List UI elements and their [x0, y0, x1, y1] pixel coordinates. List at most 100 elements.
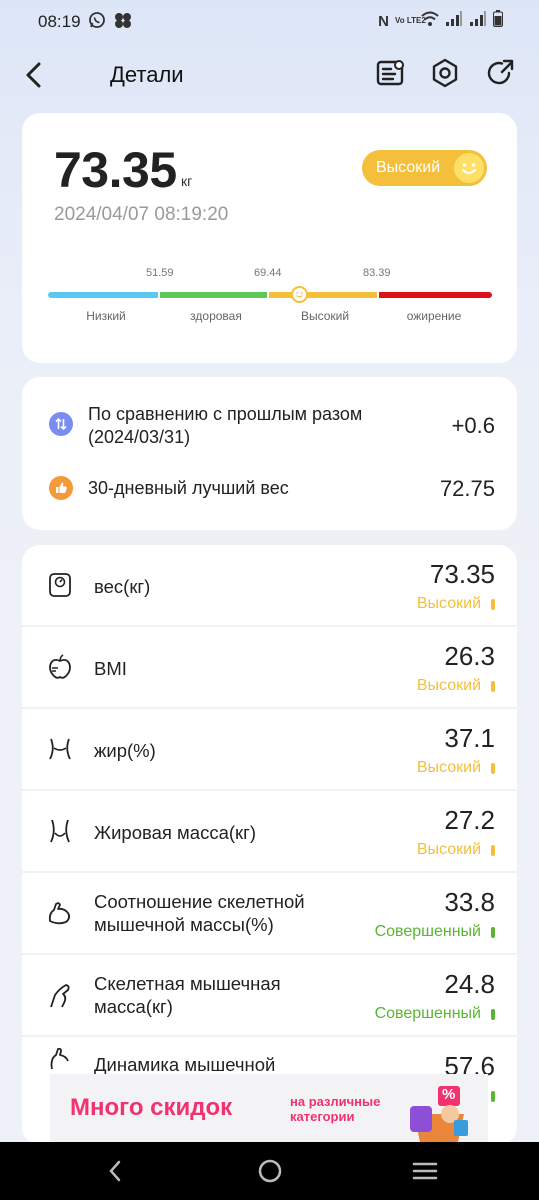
measurement-datetime: 2024/04/07 08:19:20	[54, 204, 229, 225]
metric-label: вес(кг)	[94, 576, 151, 597]
battery-icon	[493, 10, 503, 32]
ad-subline: на различные категории	[290, 1094, 380, 1124]
metric-status: Высокий	[416, 841, 481, 858]
range-label-low: Низкий	[86, 309, 126, 323]
status-indicator	[491, 845, 495, 856]
best-weight-value: 72.75	[439, 476, 495, 501]
previous-delta-value: +0.6	[451, 413, 495, 438]
threshold-label: 83.39	[363, 267, 391, 279]
status-indicator	[491, 681, 495, 692]
weight-summary-card: 73.35 кг 2024/04/07 08:19:20 Высокий 51.…	[22, 113, 517, 363]
status-badge-label: Высокий	[376, 159, 441, 176]
weight-scale-bar	[48, 292, 492, 298]
volte-icon: Vo LTE2	[395, 16, 426, 25]
app-header: Детали	[0, 44, 539, 106]
range-label-obese: ожирение	[406, 309, 462, 323]
ad-headline: Много скидок	[70, 1094, 233, 1121]
status-badge: Высокий	[362, 150, 487, 186]
previous-comparison-row[interactable]: По сравнению с прошлым разом (2024/03/31…	[22, 401, 517, 453]
nav-home-button[interactable]	[255, 1156, 285, 1186]
muscle-arm-icon	[50, 1047, 69, 1070]
metric-label: Скелетная мышечная масса(кг)	[94, 972, 281, 1018]
scale-segment-obese	[379, 292, 492, 298]
metric-row-fat-percent[interactable]: жир(%) 37.1 Высокий	[22, 709, 517, 789]
thumbs-up-icon	[49, 476, 73, 500]
scale-segment-healthy	[160, 292, 267, 298]
recents-nav-icon	[412, 1162, 438, 1180]
report-button[interactable]	[373, 56, 407, 90]
bicep-icon	[48, 902, 71, 925]
smiley-icon	[451, 150, 487, 186]
scale-icon	[49, 573, 71, 597]
metric-value: 37.1	[444, 723, 495, 753]
previous-comparison-date: (2024/03/31)	[88, 427, 191, 447]
metric-label: BMI	[94, 658, 127, 679]
range-label-high: Высокий	[300, 309, 350, 323]
weight-value: 73.35	[54, 142, 177, 198]
status-time: 08:19	[38, 12, 81, 31]
body-shape-icon	[50, 819, 70, 843]
waist-icon	[49, 738, 71, 760]
status-indicator	[491, 1009, 495, 1020]
metric-status: Высокий	[416, 677, 481, 694]
metric-status: Совершенный	[374, 923, 481, 940]
report-icon	[376, 60, 404, 86]
metric-row-bmi[interactable]: BMI 26.3 Высокий	[22, 627, 517, 707]
back-nav-icon	[109, 1160, 121, 1182]
metric-row-fat-mass[interactable]: Жировая масса(кг) 27.2 Высокий	[22, 791, 517, 871]
metric-value: 27.2	[444, 805, 495, 835]
previous-comparison-text: По сравнению с прошлым разом	[88, 404, 363, 424]
ad-banner[interactable]: Много скидок на различные категории %	[50, 1074, 488, 1142]
back-button[interactable]	[18, 58, 48, 92]
wifi-icon	[421, 11, 439, 32]
metric-row-weight[interactable]: вес(кг) 73.35 Высокий	[22, 545, 517, 625]
settings-icon	[432, 58, 458, 88]
home-nav-icon	[258, 1159, 282, 1183]
metric-label-line: мышечной массы(%)	[94, 914, 274, 935]
status-indicator	[491, 599, 495, 610]
muscle-leg-icon	[50, 984, 70, 1008]
metric-row-skeletal-muscle-ratio[interactable]: Соотношение скелетной мышечной массы(%) …	[22, 873, 517, 953]
comparison-card: По сравнению с прошлым разом (2024/03/31…	[22, 377, 517, 530]
metrics-card: вес(кг) 73.35 Высокий BMI 26.3 Высокий ж…	[22, 545, 517, 1145]
metric-label: Динамика мышечной	[94, 1054, 276, 1075]
best-weight-row[interactable]: 30-дневный лучший вес 72.75	[22, 473, 517, 503]
metric-label: Жировая масса(кг)	[94, 822, 257, 843]
best-weight-label: 30-дневный лучший вес	[88, 478, 289, 498]
previous-comparison-label: По сравнению с прошлым разом (2024/03/31…	[88, 403, 362, 449]
signal-icon	[469, 10, 487, 32]
metric-row-skeletal-muscle-mass[interactable]: Скелетная мышечная масса(кг) 24.8 Соверш…	[22, 955, 517, 1035]
apple-icon	[49, 654, 71, 679]
shopping-basket-icon: %	[406, 1080, 472, 1142]
metric-value: 24.8	[444, 969, 495, 999]
weight-unit: кг	[181, 173, 193, 189]
threshold-label: 69.44	[254, 267, 282, 279]
metric-value: 33.8	[444, 887, 495, 917]
share-icon	[487, 59, 514, 85]
status-bar: 08:19 N Vo LTE2	[0, 0, 539, 44]
settings-button[interactable]	[428, 56, 462, 90]
status-indicator	[491, 763, 495, 774]
chevron-left-icon	[26, 62, 41, 88]
metric-value: 26.3	[444, 641, 495, 671]
metric-status: Совершенный	[374, 1005, 481, 1022]
compare-arrows-icon	[49, 412, 73, 436]
nfc-icon: N	[378, 12, 389, 30]
whatsapp-icon	[88, 11, 106, 34]
nav-back-button[interactable]	[100, 1156, 130, 1186]
metric-status: Высокий	[416, 759, 481, 776]
nav-recents-button[interactable]	[410, 1156, 440, 1186]
ad-badge: %	[442, 1086, 456, 1103]
range-label-healthy: здоровая	[190, 309, 242, 323]
system-nav-bar	[0, 1142, 539, 1200]
status-icons: N Vo LTE2	[378, 10, 503, 32]
share-button[interactable]	[483, 56, 517, 90]
ad-subline-2: категории	[290, 1109, 355, 1124]
signal-icon	[445, 10, 463, 32]
scale-segment-low	[48, 292, 158, 298]
metric-label-line: Скелетная мышечная	[94, 973, 281, 994]
status-indicator	[491, 1091, 495, 1102]
metric-value: 73.35	[429, 559, 495, 589]
status-indicator	[491, 927, 495, 938]
metric-label: Соотношение скелетной мышечной массы(%)	[94, 890, 305, 936]
